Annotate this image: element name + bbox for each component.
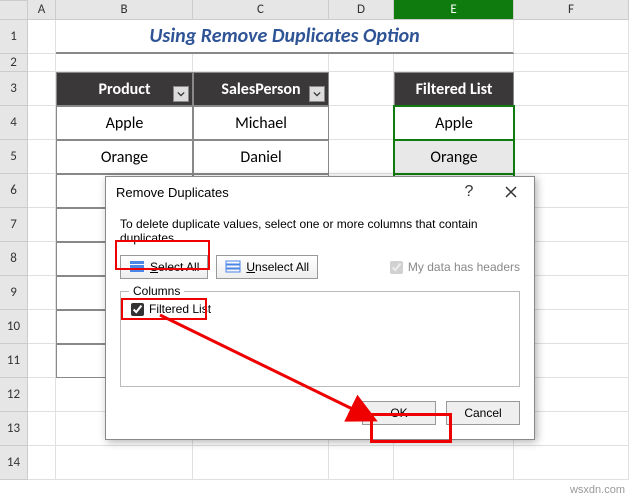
cell[interactable] (28, 140, 56, 174)
unselect-all-icon (225, 260, 241, 274)
cell[interactable] (28, 242, 56, 276)
unselect-all-button[interactable]: Unselect All (216, 255, 318, 279)
cell[interactable] (329, 54, 394, 72)
cell[interactable] (514, 140, 629, 174)
header-label: SalesPerson (221, 80, 300, 99)
product-cell[interactable]: Orange (56, 140, 193, 174)
cell[interactable] (28, 174, 56, 208)
cell[interactable] (28, 208, 56, 242)
button-label: Unselect All (246, 260, 309, 274)
row-header-13[interactable]: 13 (0, 412, 28, 446)
cell[interactable] (514, 106, 629, 140)
cell[interactable] (28, 378, 56, 412)
cell[interactable] (514, 72, 629, 106)
title-cell[interactable]: Using Remove Duplicates Option (56, 20, 514, 54)
column-checkbox[interactable] (131, 303, 144, 316)
close-button[interactable] (490, 178, 532, 206)
cell[interactable] (56, 54, 193, 72)
cell[interactable] (28, 276, 56, 310)
column-name: Filtered List (149, 302, 211, 316)
row-header-2[interactable]: 2 (0, 54, 28, 72)
chevron-down-icon (177, 90, 185, 98)
cell[interactable] (514, 20, 629, 54)
row-header-11[interactable]: 11 (0, 344, 28, 378)
row-header-7[interactable]: 7 (0, 208, 28, 242)
close-icon (505, 186, 517, 198)
salesperson-header[interactable]: SalesPerson (193, 72, 329, 106)
select-all-cell[interactable] (0, 0, 28, 20)
dialog-title: Remove Duplicates (108, 185, 448, 200)
cell[interactable] (28, 310, 56, 344)
group-label: Columns (129, 284, 184, 298)
filter-button[interactable] (173, 86, 189, 102)
row-header-3[interactable]: 3 (0, 72, 28, 106)
filtered-cell[interactable]: Orange (394, 140, 514, 174)
cell[interactable] (193, 446, 329, 480)
select-all-icon (129, 260, 145, 274)
filter-button[interactable] (309, 86, 325, 102)
col-header-f[interactable]: F (514, 0, 629, 20)
row-header-9[interactable]: 9 (0, 276, 28, 310)
cell[interactable] (394, 446, 514, 480)
chevron-down-icon (313, 90, 321, 98)
filtered-cell[interactable]: Apple (394, 106, 514, 140)
headers-checkbox-label[interactable]: My data has headers (390, 260, 520, 274)
row-header-14[interactable]: 14 (0, 446, 28, 480)
cell[interactable] (28, 344, 56, 378)
product-header[interactable]: Product (56, 72, 193, 106)
header-label: Product (98, 80, 150, 99)
cell[interactable] (28, 72, 56, 106)
columns-group: Columns Filtered List (120, 291, 520, 387)
cell[interactable] (28, 412, 56, 446)
row-header-6[interactable]: 6 (0, 174, 28, 208)
row-header-4[interactable]: 4 (0, 106, 28, 140)
cell[interactable] (394, 54, 514, 72)
cancel-button[interactable]: Cancel (446, 401, 520, 425)
row-header-5[interactable]: 5 (0, 140, 28, 174)
checkbox-text: My data has headers (408, 260, 520, 274)
column-item[interactable]: Filtered List (129, 300, 511, 318)
header-label: Filtered List (416, 80, 493, 99)
cell[interactable] (28, 20, 56, 54)
row-header-10[interactable]: 10 (0, 310, 28, 344)
help-button[interactable]: ? (448, 178, 490, 206)
col-header-b[interactable]: B (56, 0, 193, 20)
salesperson-cell[interactable]: Michael (193, 106, 329, 140)
cell[interactable] (514, 446, 629, 480)
ok-button[interactable]: OK (362, 401, 436, 425)
salesperson-cell[interactable]: Daniel (193, 140, 329, 174)
cell[interactable] (193, 54, 329, 72)
button-label: Select All (150, 260, 199, 274)
cell[interactable] (329, 106, 394, 140)
col-header-a[interactable]: A (28, 0, 56, 20)
product-cell[interactable]: Apple (56, 106, 193, 140)
row-header-8[interactable]: 8 (0, 242, 28, 276)
watermark: wsxdn.com (570, 484, 625, 496)
row-header-12[interactable]: 12 (0, 378, 28, 412)
cell[interactable] (28, 54, 56, 72)
cell[interactable] (28, 446, 56, 480)
remove-duplicates-dialog: Remove Duplicates ? To delete duplicate … (105, 176, 535, 440)
col-header-d[interactable]: D (329, 0, 394, 20)
cell[interactable] (329, 72, 394, 106)
col-header-c[interactable]: C (193, 0, 329, 20)
cell[interactable] (514, 54, 629, 72)
filtered-header[interactable]: Filtered List (394, 72, 514, 106)
select-all-button[interactable]: Select All (120, 255, 208, 279)
row-header-1[interactable]: 1 (0, 20, 28, 54)
cell[interactable] (329, 140, 394, 174)
headers-checkbox[interactable] (390, 261, 403, 274)
cell[interactable] (329, 446, 394, 480)
col-header-e[interactable]: E (394, 0, 514, 20)
dialog-titlebar[interactable]: Remove Duplicates ? (106, 177, 534, 207)
dialog-instruction: To delete duplicate values, select one o… (120, 217, 520, 245)
cell[interactable] (56, 446, 193, 480)
cell[interactable] (28, 106, 56, 140)
